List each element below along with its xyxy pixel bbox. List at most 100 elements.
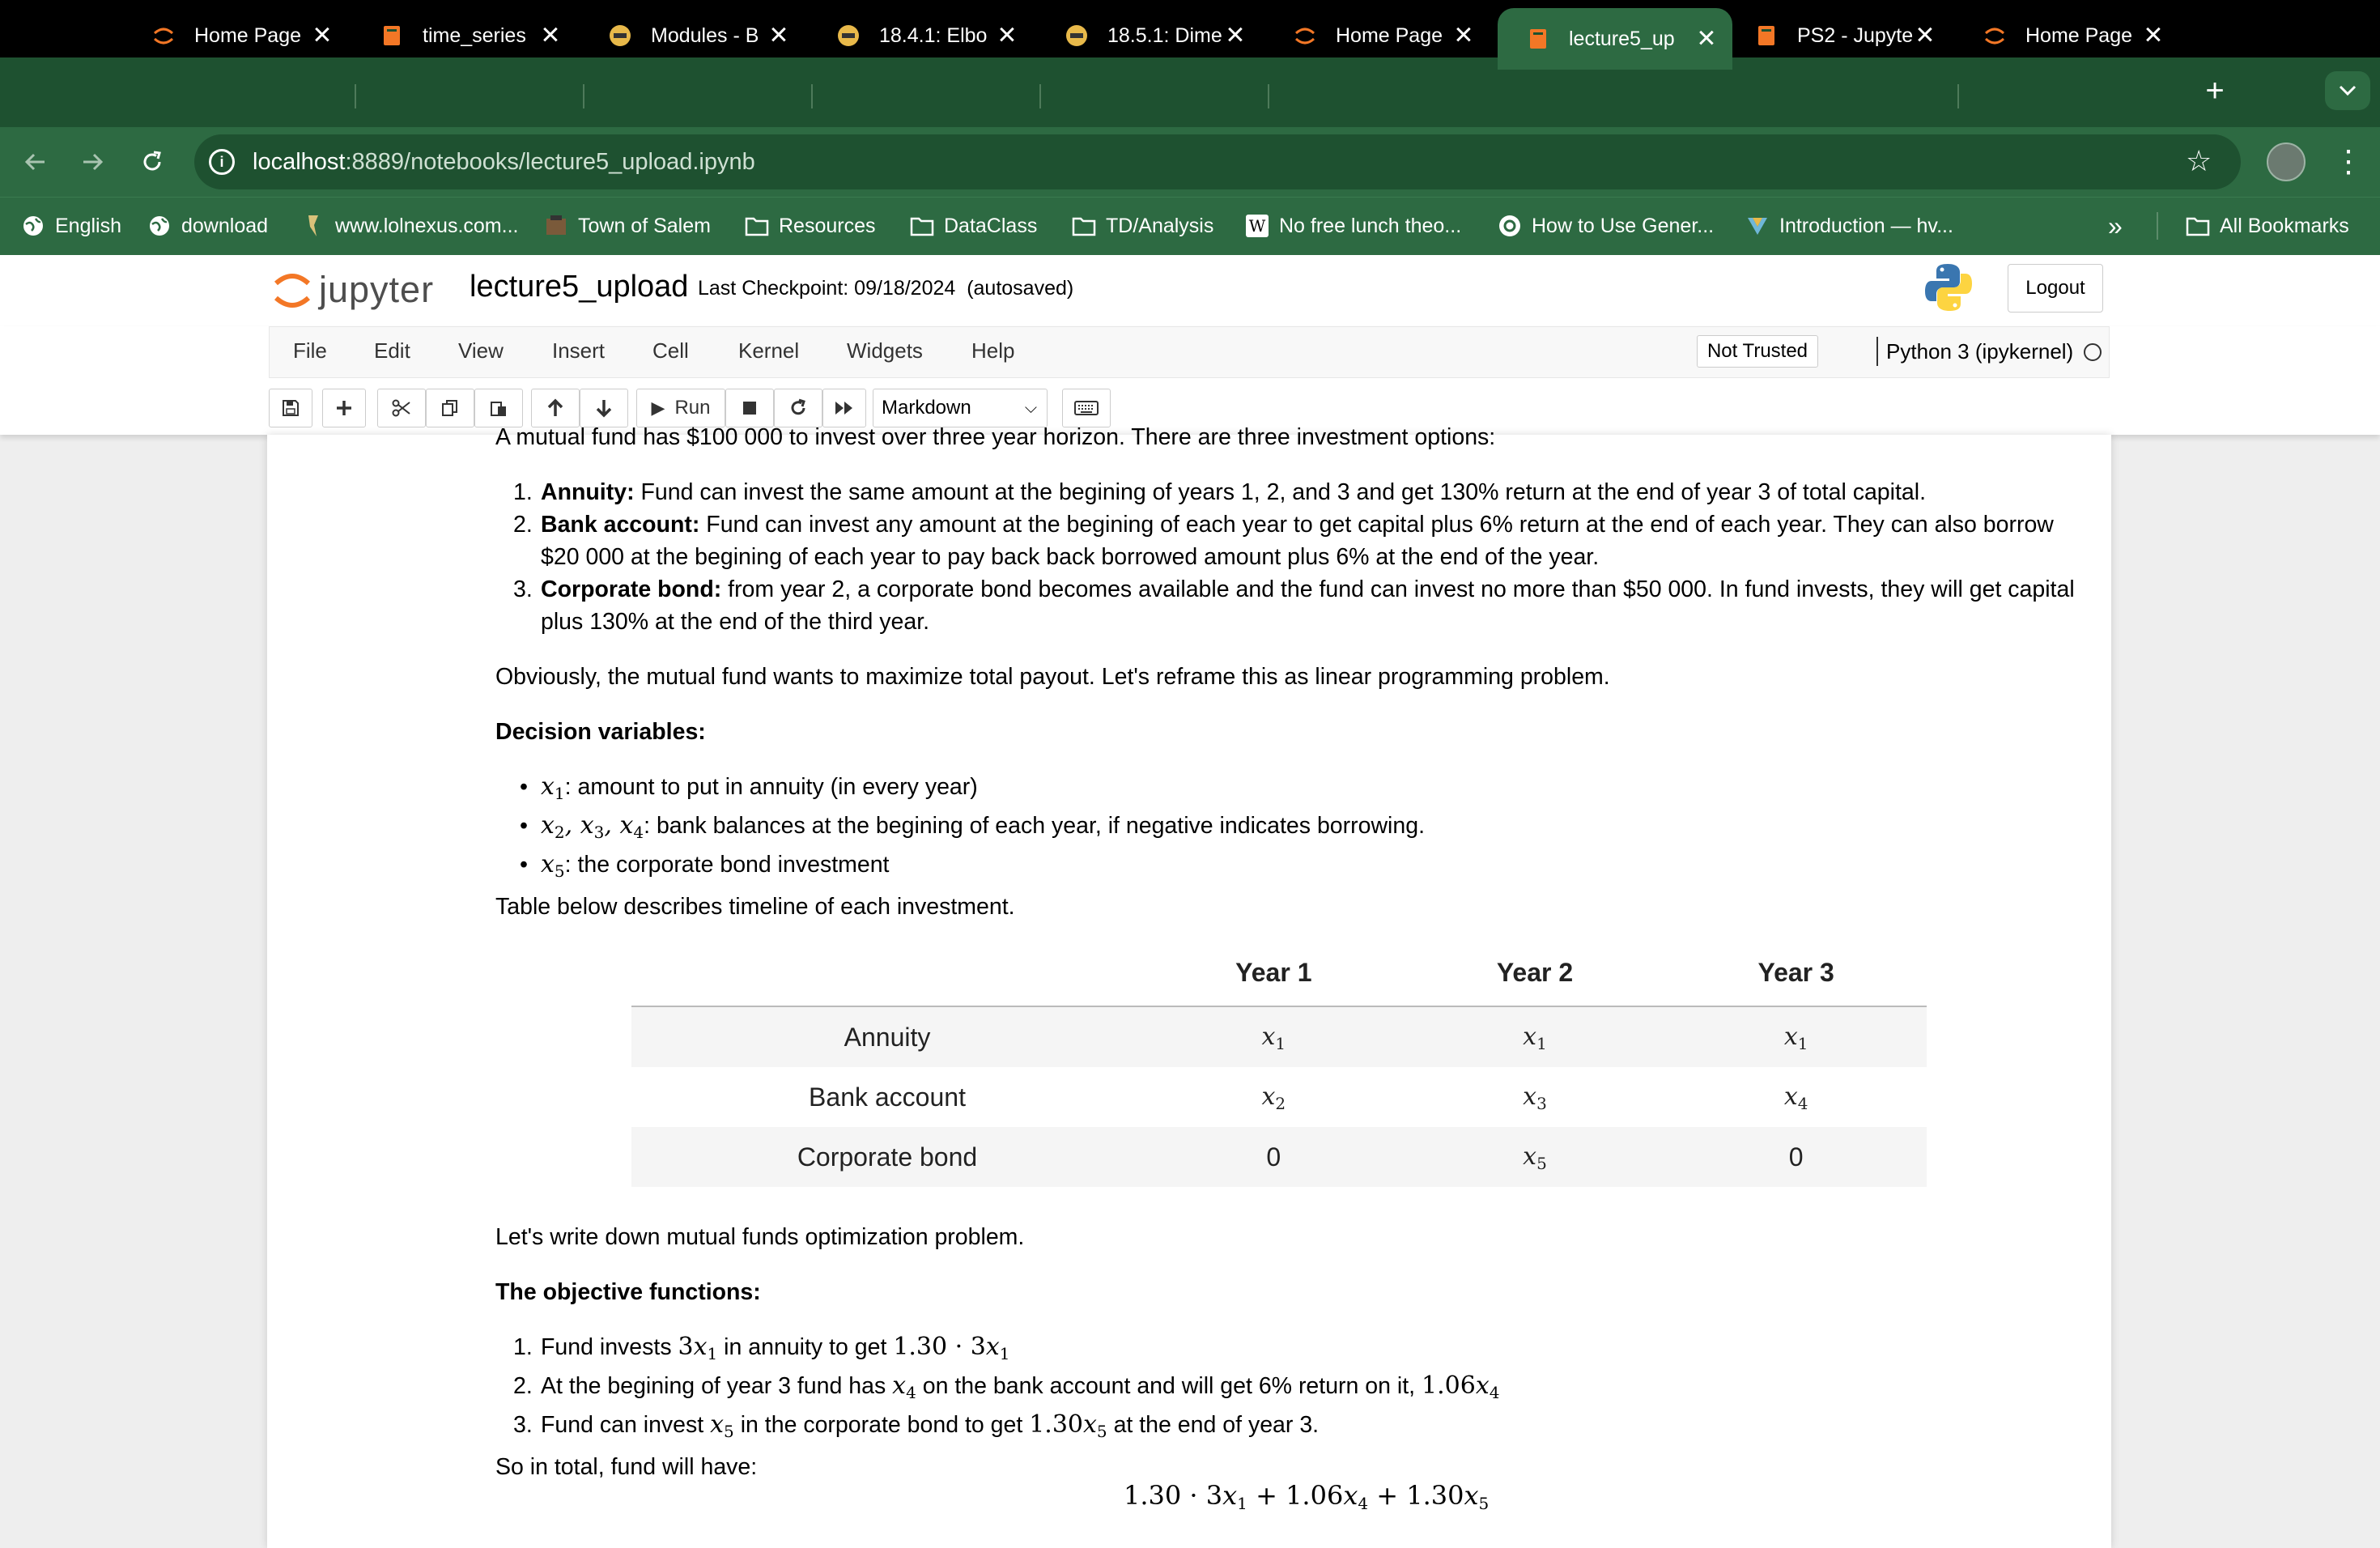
browser-tab[interactable]: time_series ✕ bbox=[361, 10, 576, 62]
close-tab-icon[interactable]: ✕ bbox=[1692, 25, 1721, 53]
list-item: 1. Annuity: Fund can invest the same amou… bbox=[513, 479, 1927, 505]
canvas-icon bbox=[1064, 23, 1090, 49]
browser-tab[interactable]: PS2 - Jupyte ✕ bbox=[1736, 10, 1951, 62]
browser-tab[interactable]: 18.4.1: Elbo ✕ bbox=[818, 10, 1033, 62]
browser-menu-icon[interactable]: ⋮ bbox=[2333, 142, 2364, 181]
table-row-label: Annuity bbox=[631, 1006, 1143, 1067]
profile-avatar[interactable] bbox=[2267, 142, 2306, 181]
url-text[interactable]: localhost:8889/notebooks/lecture5_upload… bbox=[253, 149, 755, 176]
jupyter-icon bbox=[1982, 23, 2008, 49]
copy-button[interactable] bbox=[426, 389, 474, 427]
bookmark-item[interactable]: W No free lunch theo... bbox=[1245, 206, 1461, 246]
bookmark-item[interactable]: Introduction — hv... bbox=[1745, 206, 1953, 246]
list-item: • x5: the corporate bond investment bbox=[520, 850, 890, 881]
tab-separator bbox=[583, 84, 584, 108]
address-bar[interactable]: i localhost:8889/notebooks/lecture5_uplo… bbox=[194, 134, 2241, 189]
close-tab-icon[interactable]: ✕ bbox=[1221, 22, 1250, 50]
paste-icon bbox=[491, 402, 506, 416]
bookmark-item[interactable]: How to Use Gener... bbox=[1498, 206, 1714, 246]
python-logo-icon bbox=[1925, 264, 1972, 311]
table-row: Bank account x2 x3 x4 bbox=[631, 1067, 1927, 1127]
close-tab-icon[interactable]: ✕ bbox=[1449, 22, 1478, 50]
bookmark-item[interactable]: TD/Analysis bbox=[1072, 206, 1213, 246]
bookmark-item[interactable]: DataClass bbox=[910, 206, 1037, 246]
insert-cell-button[interactable] bbox=[322, 389, 366, 427]
browser-tab[interactable]: Modules - B ✕ bbox=[589, 10, 805, 62]
menu-file[interactable]: File bbox=[293, 338, 327, 364]
tab-search-button[interactable] bbox=[2325, 71, 2370, 110]
write-down-text: Let's write down mutual funds optimizati… bbox=[495, 1224, 1025, 1250]
table-row: Corporate bond 0 x5 0 bbox=[631, 1127, 1927, 1187]
bookmark-label: English bbox=[55, 214, 121, 237]
menu-widgets[interactable]: Widgets bbox=[847, 338, 923, 364]
bookmark-star-icon[interactable]: ☆ bbox=[2186, 144, 2212, 178]
decision-variables-heading: Decision variables: bbox=[495, 719, 706, 745]
table-row-label: Corporate bond bbox=[631, 1127, 1143, 1187]
site-info-icon[interactable]: i bbox=[209, 149, 235, 175]
close-tab-icon[interactable]: ✕ bbox=[2139, 22, 2168, 50]
bookmark-label: Introduction — hv... bbox=[1779, 214, 1953, 237]
close-tab-icon[interactable]: ✕ bbox=[1910, 22, 1940, 50]
bookmark-label: download bbox=[181, 214, 269, 237]
investment-options-list: 1. Annuity: Fund can invest the same amou… bbox=[495, 476, 2079, 638]
menu-cell[interactable]: Cell bbox=[652, 338, 689, 364]
total-payout-equation: 1.30 · 3x1 + 1.06x4 + 1.30x5 bbox=[1124, 1480, 1490, 1513]
fast-forward-icon bbox=[835, 402, 852, 415]
close-tab-icon[interactable]: ✕ bbox=[308, 22, 337, 50]
salem-icon bbox=[544, 214, 568, 238]
back-button[interactable] bbox=[16, 142, 55, 181]
bookmark-item[interactable]: www.lolnexus.com... bbox=[301, 206, 518, 246]
bookmark-item[interactable]: Town of Salem bbox=[544, 206, 711, 246]
bookmark-item[interactable]: download bbox=[147, 206, 268, 246]
menu-view[interactable]: View bbox=[458, 338, 504, 364]
close-tab-icon[interactable]: ✕ bbox=[536, 22, 565, 50]
logout-button[interactable]: Logout bbox=[2008, 264, 2103, 313]
jupyter-icon bbox=[1292, 23, 1318, 49]
list-item: 2. Bank account: Fund can invest any amou… bbox=[513, 512, 2054, 570]
browser-tab[interactable]: Home Page ✕ bbox=[1964, 10, 2179, 62]
bookmark-item[interactable]: Resources bbox=[745, 206, 876, 246]
jupyter-logo-icon bbox=[274, 274, 311, 308]
notebook-name[interactable]: lecture5_upload bbox=[470, 270, 688, 304]
menu-help[interactable]: Help bbox=[971, 338, 1014, 364]
table-cell: x2 bbox=[1261, 1082, 1286, 1113]
browser-tab[interactable]: Home Page ✕ bbox=[1274, 10, 1490, 62]
bookmark-label: No free lunch theo... bbox=[1279, 214, 1462, 237]
kernel-name[interactable]: Python 3 (ipykernel) bbox=[1876, 337, 2073, 366]
bookmark-label: DataClass bbox=[944, 214, 1038, 237]
all-bookmarks-button[interactable]: All Bookmarks bbox=[2186, 206, 2349, 246]
list-item: 1. Fund invests 3x1 in annuity to get 1.3… bbox=[513, 1333, 1010, 1363]
jupyter-logo[interactable]: jupyter bbox=[272, 263, 434, 317]
browser-tab[interactable]: Home Page ✕ bbox=[133, 10, 348, 62]
close-tab-icon[interactable]: ✕ bbox=[764, 22, 793, 50]
menu-insert[interactable]: Insert bbox=[552, 338, 605, 364]
bookmark-item[interactable]: English bbox=[21, 206, 121, 246]
table-row-label: Bank account bbox=[809, 1082, 966, 1112]
bookmark-label: Resources bbox=[779, 214, 876, 237]
table-cell: 0 bbox=[1143, 1127, 1405, 1187]
close-tab-icon[interactable]: ✕ bbox=[992, 22, 1022, 50]
forward-button[interactable] bbox=[73, 142, 112, 181]
table-cell: 0 bbox=[1665, 1127, 1927, 1187]
new-tab-button[interactable]: + bbox=[2195, 71, 2234, 110]
restart-icon bbox=[791, 398, 805, 415]
browser-tab[interactable]: 18.5.1: Dime ✕ bbox=[1046, 10, 1261, 62]
menu-kernel[interactable]: Kernel bbox=[738, 338, 799, 364]
reload-button[interactable] bbox=[133, 142, 172, 181]
not-trusted-button[interactable]: Not Trusted bbox=[1697, 335, 1818, 368]
keyboard-icon bbox=[1074, 401, 1099, 415]
bookmarks-overflow-button[interactable]: » bbox=[2108, 206, 2123, 246]
folder-icon bbox=[1072, 214, 1096, 238]
menu-edit[interactable]: Edit bbox=[374, 338, 410, 364]
browser-tab[interactable]: lecture5_up ✕ bbox=[1498, 8, 1732, 70]
tab-separator bbox=[1268, 84, 1269, 108]
save-button[interactable] bbox=[269, 389, 312, 427]
list-item: 2. At the begining of year 3 fund has x4 … bbox=[513, 1372, 1500, 1402]
plus-icon bbox=[337, 401, 351, 415]
objective-functions-list: 1. Fund invests 3x1 in annuity to get 1.3… bbox=[495, 1331, 2079, 1448]
table-cell: x5 bbox=[1404, 1127, 1666, 1187]
copy-icon bbox=[442, 400, 457, 416]
cut-button[interactable] bbox=[377, 389, 426, 427]
table-cell: x1 bbox=[1665, 1006, 1927, 1067]
table-header: Year 2 bbox=[1404, 939, 1666, 1007]
